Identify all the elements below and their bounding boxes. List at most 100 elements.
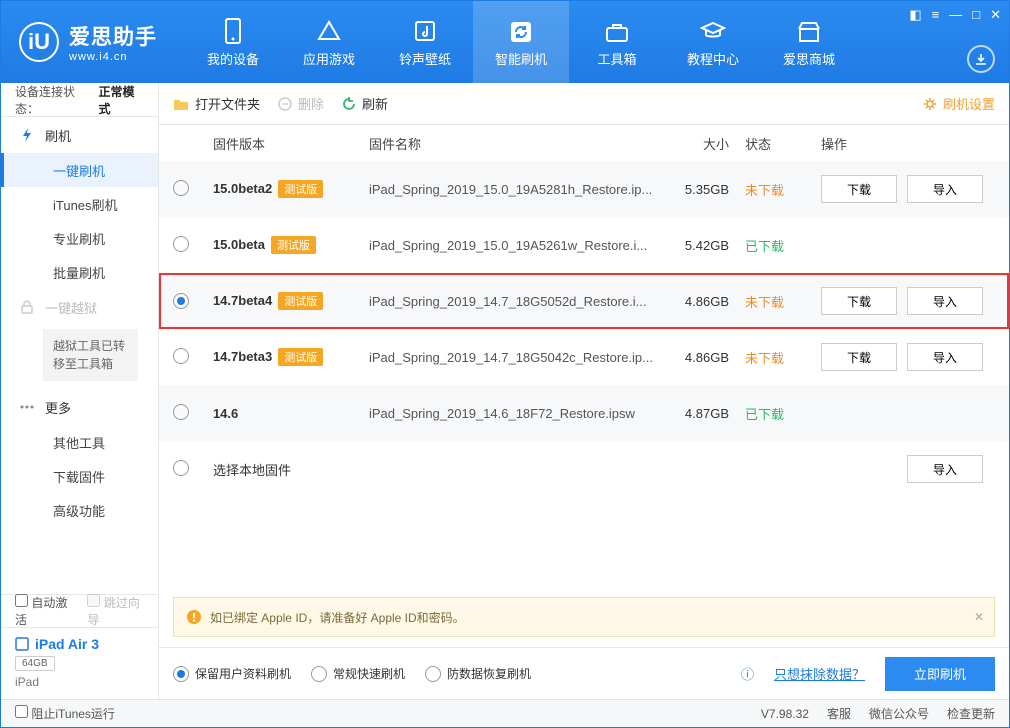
table-row[interactable]: 14.7beta4测试版iPad_Spring_2019_14.7_18G505… — [159, 273, 1009, 329]
window-controls: ◧ ≡ — □ ✕ — [909, 7, 1001, 23]
close-icon[interactable]: ✕ — [990, 7, 1001, 23]
import-button[interactable]: 导入 — [907, 343, 983, 371]
skip-guide-checkbox[interactable]: 跳过向导 — [87, 594, 143, 628]
skin-icon[interactable]: ◧ — [909, 7, 921, 23]
sidebar-section-flash[interactable]: 刷机 — [1, 117, 158, 153]
graduation-icon — [700, 19, 726, 45]
sidebar: 设备连接状态：正常模式 刷机 一键刷机 iTunes刷机 专业刷机 批量刷机 一… — [1, 83, 159, 699]
flash-now-button[interactable]: 立即刷机 — [885, 657, 995, 691]
firmware-list: 15.0beta2测试版iPad_Spring_2019_15.0_19A528… — [159, 161, 1009, 441]
lock-icon — [19, 299, 35, 315]
flash-icon — [19, 127, 35, 143]
music-icon — [412, 19, 438, 45]
more-icon — [19, 399, 35, 415]
import-button[interactable]: 导入 — [907, 287, 983, 315]
logo-icon: iU — [19, 22, 59, 62]
download-manager-icon[interactable] — [967, 45, 995, 73]
app-name-en: www.i4.cn — [69, 51, 157, 63]
nav-store[interactable]: 爱思商城 — [761, 1, 857, 83]
top-nav: 我的设备 应用游戏 铃声壁纸 智能刷机 工具箱 教程中心 爱思商城 — [185, 1, 857, 83]
apps-icon — [316, 19, 342, 45]
refresh-button[interactable]: 刷新 — [342, 94, 388, 113]
sidebar-item-pro-flash[interactable]: 专业刷机 — [1, 221, 158, 255]
table-row[interactable]: 15.0beta2测试版iPad_Spring_2019_15.0_19A528… — [159, 161, 1009, 217]
app-name-cn: 爱思助手 — [69, 21, 157, 51]
sidebar-section-more[interactable]: 更多 — [1, 389, 158, 425]
nav-ringtones[interactable]: 铃声壁纸 — [377, 1, 473, 83]
version-label: V7.98.32 — [761, 707, 809, 721]
download-button[interactable]: 下载 — [821, 175, 897, 203]
row-radio[interactable] — [173, 348, 189, 364]
download-button[interactable]: 下载 — [821, 343, 897, 371]
auto-activate-checkbox[interactable]: 自动激活 — [15, 594, 71, 628]
col-name: 固件名称 — [369, 134, 653, 153]
col-ops: 操作 — [821, 134, 995, 153]
refresh-icon — [508, 19, 534, 45]
import-local-button[interactable]: 导入 — [907, 455, 983, 483]
nav-smart-flash[interactable]: 智能刷机 — [473, 1, 569, 83]
row-radio[interactable] — [173, 180, 189, 196]
footer-update[interactable]: 检查更新 — [947, 705, 995, 722]
jailbreak-note: 越狱工具已转移至工具箱 — [43, 329, 138, 381]
toolbar: 打开文件夹 删除 刷新 刷机设置 — [159, 83, 1009, 125]
flash-settings-button[interactable]: 刷机设置 — [923, 94, 995, 113]
nav-my-device[interactable]: 我的设备 — [185, 1, 281, 83]
col-status: 状态 — [737, 134, 821, 153]
appleid-notice: 如已绑定 Apple ID，请准备好 Apple ID和密码。 ✕ — [173, 597, 995, 637]
device-info[interactable]: iPad Air 3 64GB iPad — [1, 627, 158, 699]
flash-option-normal[interactable]: 常规快速刷机 — [311, 665, 405, 682]
gear-icon — [923, 97, 937, 111]
radio-local[interactable] — [173, 460, 189, 476]
menu-icon[interactable]: ≡ — [932, 7, 940, 23]
table-row[interactable]: 14.7beta3测试版iPad_Spring_2019_14.7_18G504… — [159, 329, 1009, 385]
footer-service[interactable]: 客服 — [827, 705, 851, 722]
flash-option-anti-recovery[interactable]: 防数据恢复刷机 — [425, 665, 531, 682]
sidebar-item-oneclick-flash[interactable]: 一键刷机 — [1, 153, 158, 187]
sidebar-item-itunes-flash[interactable]: iTunes刷机 — [1, 187, 158, 221]
main-panel: 打开文件夹 删除 刷新 刷机设置 固件版本 固件名称 大小 状态 操作 — [159, 83, 1009, 699]
toolbox-icon — [604, 19, 630, 45]
notice-close-icon[interactable]: ✕ — [974, 610, 984, 624]
app-logo[interactable]: iU 爱思助手 www.i4.cn — [1, 21, 175, 63]
maximize-icon[interactable]: □ — [972, 7, 980, 23]
phone-icon — [222, 17, 244, 47]
table-row[interactable]: 14.6iPad_Spring_2019_14.6_18F72_Restore.… — [159, 385, 1009, 441]
import-button[interactable]: 导入 — [907, 175, 983, 203]
block-itunes-checkbox[interactable]: 阻止iTunes运行 — [15, 705, 115, 722]
store-icon — [796, 19, 822, 45]
table-header: 固件版本 固件名称 大小 状态 操作 — [159, 125, 1009, 161]
sidebar-item-advanced[interactable]: 高级功能 — [1, 493, 158, 527]
action-bar: 保留用户资料刷机 常规快速刷机 防数据恢复刷机 ⓘ 只想抹除数据？ 立即刷机 — [159, 647, 1009, 699]
device-storage: 64GB — [15, 656, 55, 671]
app-header: iU 爱思助手 www.i4.cn 我的设备 应用游戏 铃声壁纸 智能刷机 工具… — [1, 1, 1009, 83]
connection-state: 设备连接状态：正常模式 — [1, 83, 158, 117]
sidebar-section-jailbreak: 一键越狱 — [1, 289, 158, 325]
row-radio[interactable] — [173, 236, 189, 252]
col-version: 固件版本 — [213, 134, 369, 153]
delete-button: 删除 — [278, 94, 324, 113]
nav-apps[interactable]: 应用游戏 — [281, 1, 377, 83]
sidebar-item-other-tools[interactable]: 其他工具 — [1, 425, 158, 459]
status-bar: 阻止iTunes运行 V7.98.32 客服 微信公众号 检查更新 — [1, 699, 1009, 727]
refresh-small-icon — [342, 97, 356, 111]
table-row[interactable]: 15.0beta测试版iPad_Spring_2019_15.0_19A5261… — [159, 217, 1009, 273]
folder-icon — [173, 97, 189, 111]
footer-wechat[interactable]: 微信公众号 — [869, 705, 929, 722]
row-radio[interactable] — [173, 293, 189, 309]
flash-option-keep-data[interactable]: 保留用户资料刷机 — [173, 665, 291, 682]
device-type: iPad — [15, 675, 144, 689]
local-firmware-row[interactable]: 选择本地固件 导入 — [159, 441, 1009, 497]
warning-icon — [186, 609, 202, 625]
nav-toolbox[interactable]: 工具箱 — [569, 1, 665, 83]
sidebar-item-batch-flash[interactable]: 批量刷机 — [1, 255, 158, 289]
col-size: 大小 — [653, 134, 737, 153]
erase-data-link[interactable]: 只想抹除数据？ — [774, 664, 865, 683]
sidebar-item-download-firmware[interactable]: 下载固件 — [1, 459, 158, 493]
nav-tutorials[interactable]: 教程中心 — [665, 1, 761, 83]
tablet-icon — [15, 637, 29, 651]
download-button[interactable]: 下载 — [821, 287, 897, 315]
row-radio[interactable] — [173, 404, 189, 420]
delete-icon — [278, 97, 292, 111]
open-folder-button[interactable]: 打开文件夹 — [173, 94, 260, 113]
minimize-icon[interactable]: — — [949, 7, 962, 23]
